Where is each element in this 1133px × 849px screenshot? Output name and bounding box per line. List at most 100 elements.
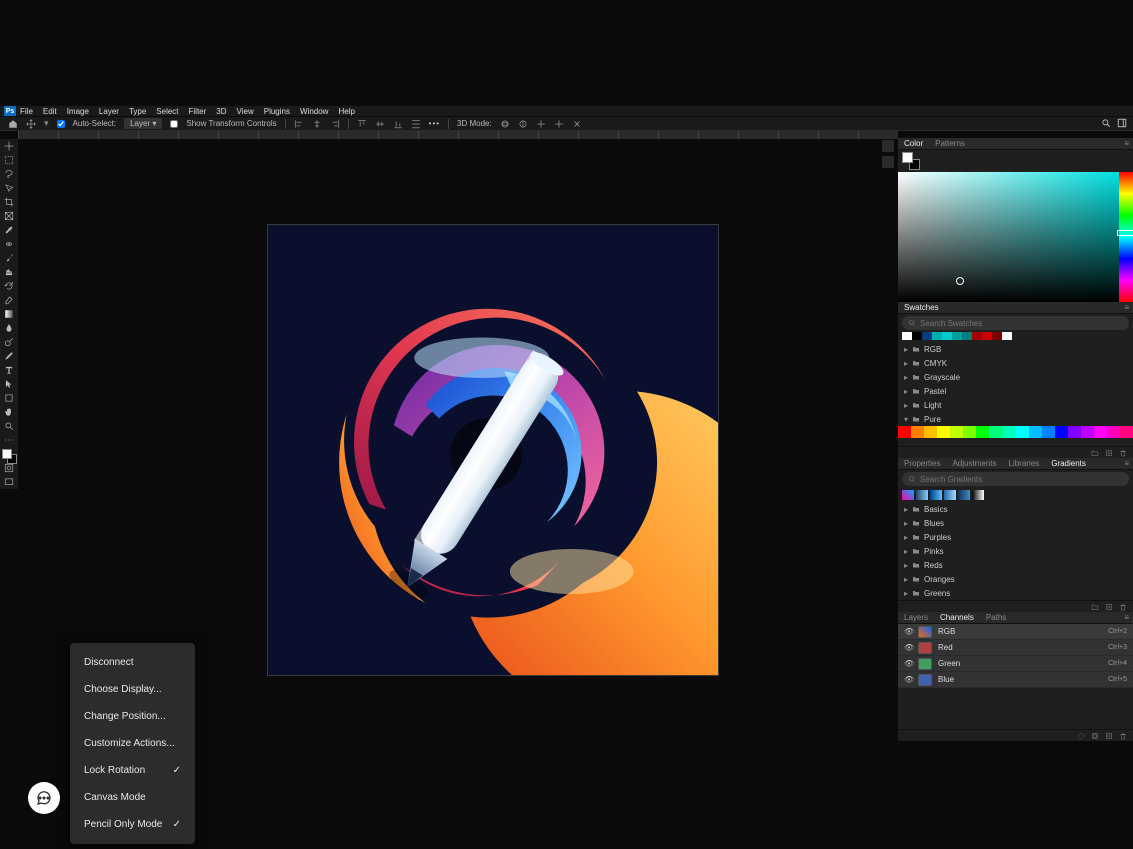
swatch[interactable] [972,332,982,340]
swatch[interactable] [1029,426,1042,438]
visibility-icon[interactable]: 👁 [904,627,914,636]
tab-layers[interactable]: Layers [904,613,928,622]
menu-item-customize-actions[interactable]: Customize Actions... [70,730,195,757]
swatch[interactable] [1081,426,1094,438]
clone-stamp-tool[interactable] [0,265,18,279]
healing-brush-tool[interactable] [0,237,18,251]
collapsed-tab-1[interactable] [882,140,894,152]
menu-item-lock-rotation[interactable]: Lock Rotation✓ [70,757,195,784]
panel-menu-icon[interactable]: ≡ [1124,303,1129,312]
screen-mode-tool[interactable] [0,475,18,489]
tab-patterns[interactable]: Patterns [935,139,965,148]
swatch[interactable] [902,332,912,340]
menu-type[interactable]: Type [129,107,146,116]
orbit-3d-icon[interactable] [500,119,510,129]
gradient-folder-purples[interactable]: ▸Purples [898,530,1133,544]
menu-layer[interactable]: Layer [99,107,119,116]
brush-tool[interactable] [0,251,18,265]
frame-tool[interactable] [0,209,18,223]
visibility-icon[interactable]: 👁 [904,675,914,684]
gradient-folder-pinks[interactable]: ▸Pinks [898,544,1133,558]
chat-fab[interactable] [28,782,60,814]
new-folder-icon[interactable] [1091,449,1099,457]
swatch[interactable] [922,332,932,340]
align-middle-icon[interactable] [375,119,385,129]
new-channel-icon[interactable] [1105,732,1113,740]
swatch[interactable] [1042,426,1055,438]
roll-3d-icon[interactable] [518,119,528,129]
menu-item-canvas-mode[interactable]: Canvas Mode [70,784,195,811]
load-selection-icon[interactable] [1077,732,1085,740]
hand-tool[interactable] [0,405,18,419]
swatch[interactable] [963,426,976,438]
gradient-folder-blues[interactable]: ▸Blues [898,516,1133,530]
zoom-3d-icon[interactable] [572,119,582,129]
trash-icon[interactable] [1119,732,1127,740]
swatch-folder-light[interactable]: ▸Light [898,398,1133,412]
collapsed-tab-2[interactable] [882,156,894,168]
gradient-thumb[interactable] [902,490,914,500]
align-top-icon[interactable] [357,119,367,129]
swatch[interactable] [1002,332,1012,340]
show-transform-checkbox[interactable] [170,120,178,128]
history-brush-tool[interactable] [0,279,18,293]
channel-green[interactable]: 👁GreenCtrl+4 [898,656,1133,672]
path-select-tool[interactable] [0,377,18,391]
swatch-folder-rgb[interactable]: ▸RGB [898,342,1133,356]
swatch-folder-grayscale[interactable]: ▸Grayscale [898,370,1133,384]
swatch[interactable] [911,426,924,438]
gradients-search-input[interactable] [920,475,1123,484]
gradient-thumb[interactable] [916,490,928,500]
slide-3d-icon[interactable] [554,119,564,129]
swatch[interactable] [912,332,922,340]
menu-edit[interactable]: Edit [43,107,57,116]
panel-menu-icon[interactable]: ≡ [1124,459,1129,468]
swatch[interactable] [937,426,950,438]
panel-menu-icon[interactable]: ≡ [1124,139,1129,148]
swatch[interactable] [898,426,911,438]
more-icon[interactable]: ••• [429,119,440,128]
menu-item-change-position[interactable]: Change Position... [70,703,195,730]
gradient-thumb[interactable] [930,490,942,500]
swatch[interactable] [962,332,972,340]
gradient-tool[interactable] [0,307,18,321]
gradient-folder-greens[interactable]: ▸Greens [898,586,1133,600]
trash-icon[interactable] [1119,603,1127,611]
distribute-icon[interactable] [411,119,421,129]
menu-image[interactable]: Image [67,107,89,116]
swatch-folder-pastel[interactable]: ▸Pastel [898,384,1133,398]
dodge-tool[interactable] [0,335,18,349]
swatch[interactable] [1094,426,1107,438]
marquee-tool[interactable] [0,153,18,167]
align-right-icon[interactable] [330,119,340,129]
swatch[interactable] [982,332,992,340]
eyedropper-tool[interactable] [0,223,18,237]
channel-red[interactable]: 👁RedCtrl+3 [898,640,1133,656]
new-gradient-icon[interactable] [1105,603,1113,611]
hue-slider[interactable] [1119,172,1133,302]
menu-item-pencil-only-mode[interactable]: Pencil Only Mode✓ [70,811,195,838]
menu-item-disconnect[interactable]: Disconnect [70,649,195,676]
tab-libraries[interactable]: Libraries [1009,459,1040,468]
pan-3d-icon[interactable] [536,119,546,129]
saturation-value-field[interactable] [898,172,1119,302]
swatch[interactable] [1055,426,1068,438]
tab-adjustments[interactable]: Adjustments [952,459,996,468]
swatch[interactable] [932,332,942,340]
new-swatch-icon[interactable] [1105,449,1113,457]
align-left-icon[interactable] [294,119,304,129]
save-selection-icon[interactable] [1091,732,1099,740]
eraser-tool[interactable] [0,293,18,307]
swatch-folder-cmyk[interactable]: ▸CMYK [898,356,1133,370]
menu-item-choose-display[interactable]: Choose Display... [70,676,195,703]
menu-plugins[interactable]: Plugins [264,107,290,116]
gradient-folder-reds[interactable]: ▸Reds [898,558,1133,572]
home-icon[interactable] [8,119,18,129]
menu-3d[interactable]: 3D [216,107,226,116]
tab-gradients[interactable]: Gradients [1051,459,1086,468]
swatch[interactable] [924,426,937,438]
blur-tool[interactable] [0,321,18,335]
swatch[interactable] [1107,426,1120,438]
gradient-thumb[interactable] [958,490,970,500]
swatch[interactable] [1068,426,1081,438]
